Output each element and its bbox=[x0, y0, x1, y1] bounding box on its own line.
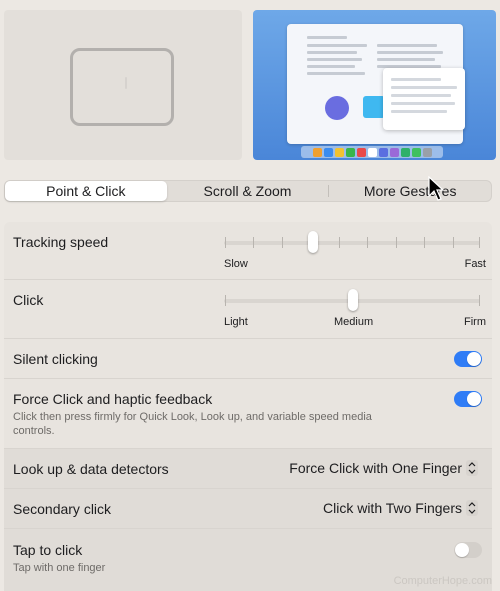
tap-to-click-toggle[interactable] bbox=[454, 542, 482, 558]
trackpad-preview bbox=[4, 10, 242, 160]
tab-more-gestures[interactable]: More Gestures bbox=[329, 181, 491, 201]
silent-clicking-label: Silent clicking bbox=[13, 351, 98, 367]
tap-to-click-description: Tap with one finger bbox=[13, 562, 106, 574]
force-click-toggle[interactable] bbox=[454, 391, 482, 407]
look-up-row: Look up & data detectors Force Click wit… bbox=[4, 449, 492, 489]
silent-clicking-row: Silent clicking bbox=[4, 339, 492, 379]
tracking-speed-knob[interactable] bbox=[308, 231, 318, 253]
pointer-cursor-icon bbox=[428, 176, 444, 201]
chevron-updown-icon bbox=[466, 500, 478, 516]
look-up-value: Force Click with One Finger bbox=[289, 460, 462, 476]
tap-to-click-label: Tap to click bbox=[13, 542, 83, 558]
trackpad-indicator bbox=[125, 77, 127, 89]
click-row: Click Light Medium Firm bbox=[4, 280, 492, 339]
slider-track bbox=[224, 241, 480, 245]
tracking-speed-slider[interactable]: Slow Fast bbox=[222, 222, 486, 270]
preview-shape-square bbox=[363, 96, 385, 118]
trackpad-illustration bbox=[70, 48, 174, 126]
tab-scroll-and-zoom[interactable]: Scroll & Zoom bbox=[167, 181, 329, 201]
chevron-updown-icon bbox=[466, 460, 478, 476]
secondary-click-label: Secondary click bbox=[13, 501, 112, 517]
secondary-click-row: Secondary click Click with Two Fingers bbox=[4, 489, 492, 529]
preview-shape-circle bbox=[325, 96, 349, 120]
preview-dock bbox=[301, 146, 443, 158]
preview-lookup-popup bbox=[383, 68, 465, 130]
click-firm-label: Firm bbox=[464, 316, 486, 328]
click-light-label: Light bbox=[224, 316, 248, 328]
silent-clicking-toggle[interactable] bbox=[454, 351, 482, 367]
look-up-popup[interactable]: Force Click with One Finger bbox=[289, 460, 478, 476]
click-pressure-slider[interactable]: Light Medium Firm bbox=[222, 280, 486, 328]
slider-max-label: Fast bbox=[464, 258, 486, 270]
watermark: ComputerHope.com bbox=[393, 575, 492, 587]
slider-min-label: Slow bbox=[224, 258, 248, 270]
click-label: Click bbox=[13, 292, 44, 308]
tab-bar: Point & Click Scroll & Zoom More Gesture… bbox=[4, 180, 492, 202]
force-click-row: Force Click and haptic feedback Click th… bbox=[4, 379, 492, 449]
force-click-description: Click then press firmly for Quick Look, … bbox=[13, 411, 372, 437]
settings-panel: Tracking speed Slow Fast Click Light Med… bbox=[4, 222, 492, 591]
secondary-click-popup[interactable]: Click with Two Fingers bbox=[323, 500, 478, 516]
secondary-click-value: Click with Two Fingers bbox=[322, 500, 462, 516]
click-medium-label: Medium bbox=[334, 316, 374, 328]
gesture-preview-video bbox=[253, 10, 496, 160]
tracking-speed-row: Tracking speed Slow Fast bbox=[4, 222, 492, 280]
force-click-label: Force Click and haptic feedback bbox=[13, 391, 213, 407]
tab-point-and-click[interactable]: Point & Click bbox=[5, 181, 167, 201]
click-pressure-knob[interactable] bbox=[348, 289, 358, 311]
look-up-label: Look up & data detectors bbox=[13, 461, 169, 477]
tracking-speed-label: Tracking speed bbox=[13, 234, 109, 250]
